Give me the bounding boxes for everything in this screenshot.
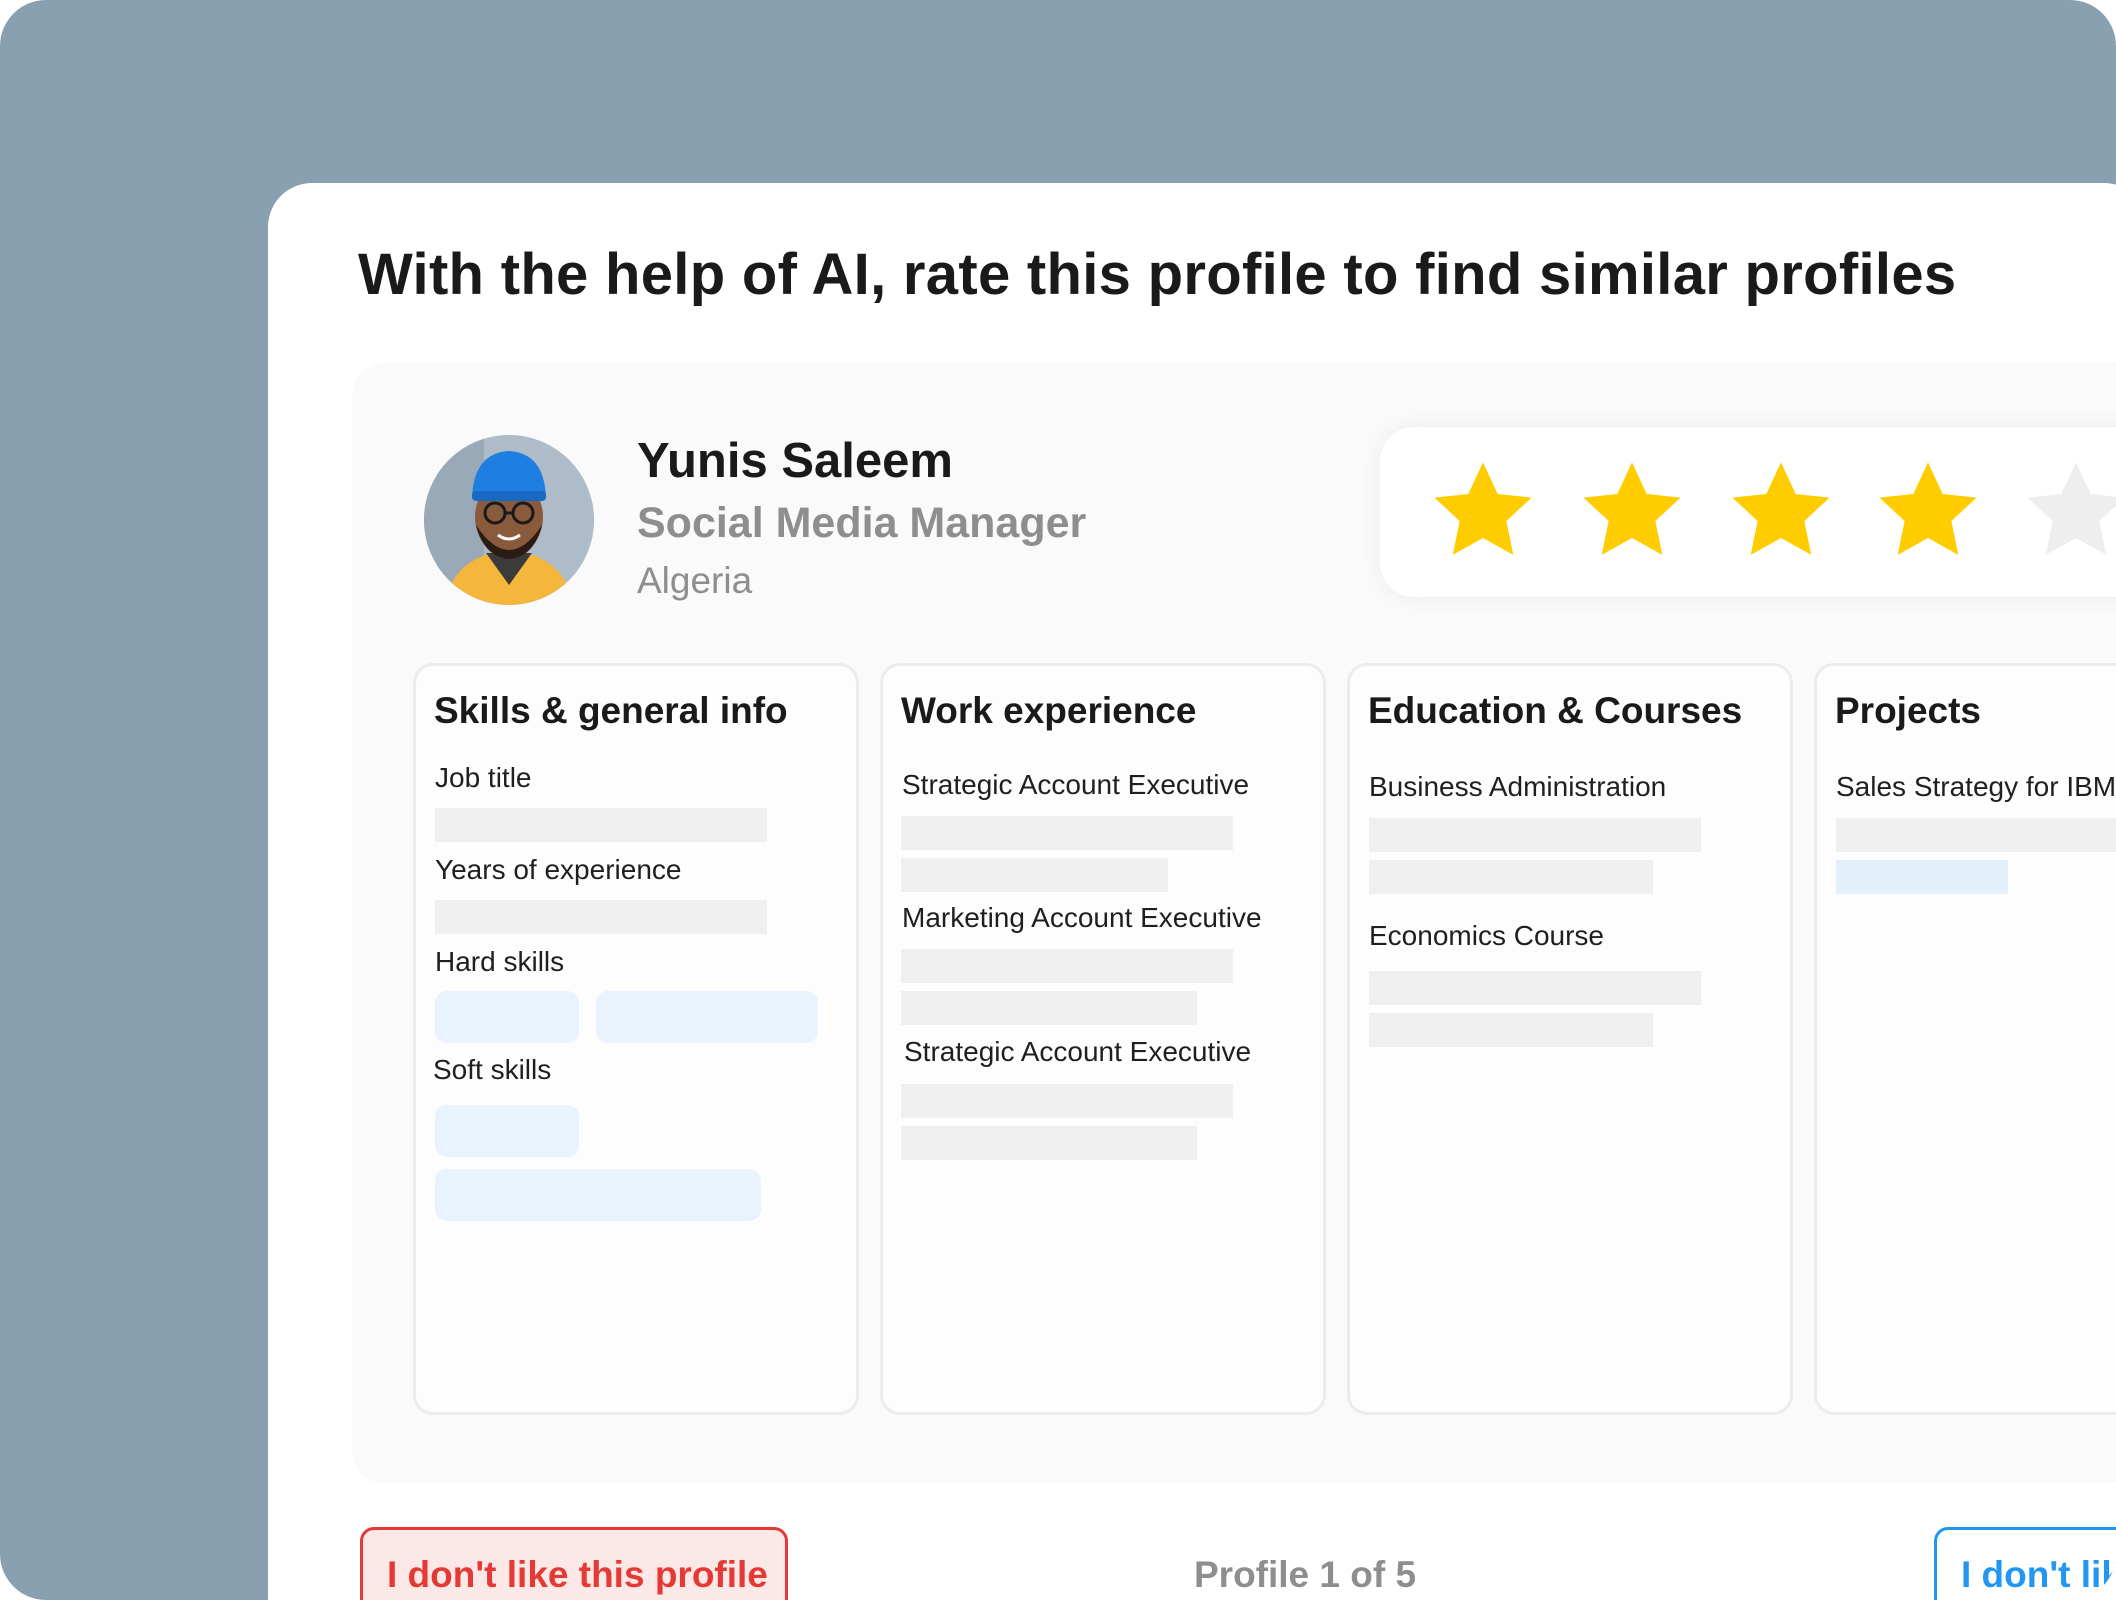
years-placeholder [435,900,767,934]
app-window: With the help of AI, rate this profile t… [268,183,2116,1600]
skills-card: Skills & general info Job title Years of… [413,663,859,1415]
work-item-detail [901,1084,1233,1118]
education-item-detail [1369,818,1701,852]
star-icon-5[interactable] [2018,455,2116,565]
work-experience-card: Work experience Strategic Account Execut… [880,663,1326,1415]
profile-name: Yunis Saleem [637,434,953,488]
work-item-detail [901,991,1197,1025]
avatar-image [424,435,594,605]
avatar [424,435,594,605]
profile-country: Algeria [637,560,753,601]
education-item-title: Business Administration [1369,771,1667,802]
job-title-placeholder [435,808,767,842]
education-item-title: Economics Course [1369,920,1604,951]
projects-card-title: Projects [1835,690,1982,731]
star-icon-1[interactable] [1425,455,1541,565]
years-label: Years of experience [435,854,682,885]
education-item-detail [1369,1013,1653,1047]
soft-skill-chip [435,1105,579,1157]
education-item-detail [1369,860,1653,894]
star-icon-2[interactable] [1574,455,1690,565]
project-item-detail [1836,818,2116,852]
hard-skill-chip [435,991,579,1043]
profile-role: Social Media Manager [637,499,1087,547]
star-icon-3[interactable] [1723,455,1839,565]
projects-card: Projects Sales Strategy for IBM [1814,663,2116,1415]
star-rating [1380,427,2116,597]
page-title: With the help of AI, rate this profile t… [358,242,1957,307]
soft-skills-label: Soft skills [433,1054,552,1085]
dislike-profile-button[interactable]: I don't like this profile [360,1527,788,1600]
work-item-detail [901,816,1233,850]
soft-skill-chip [435,1169,761,1221]
education-item-detail [1369,971,1701,1005]
work-item-detail [901,949,1233,983]
project-item-tag [1836,860,2008,894]
profile-panel: Yunis Saleem Social Media Manager Algeri… [352,363,2116,1483]
work-item-title: Marketing Account Executive [902,902,1262,933]
education-card-title: Education & Courses [1368,690,1743,731]
hard-skill-chip [596,991,818,1043]
hard-skills-label: Hard skills [435,946,565,977]
work-card-title: Work experience [901,690,1197,731]
profile-pager: Profile 1 of 5 [1194,1554,1417,1595]
star-icon-4[interactable] [1870,455,1986,565]
work-item-title: Strategic Account Executive [904,1036,1252,1067]
backdrop: With the help of AI, rate this profile t… [0,0,2116,1600]
education-card: Education & Courses Business Administrat… [1347,663,1793,1415]
work-item-detail [901,858,1168,892]
job-title-label: Job title [435,762,532,793]
dislike-profile-button-secondary[interactable]: I don't like this profile [1934,1527,2116,1600]
skills-card-title: Skills & general info [434,690,788,731]
project-item-title: Sales Strategy for IBM [1836,771,2116,802]
work-item-title: Strategic Account Executive [902,769,1250,800]
work-item-detail [901,1126,1197,1160]
